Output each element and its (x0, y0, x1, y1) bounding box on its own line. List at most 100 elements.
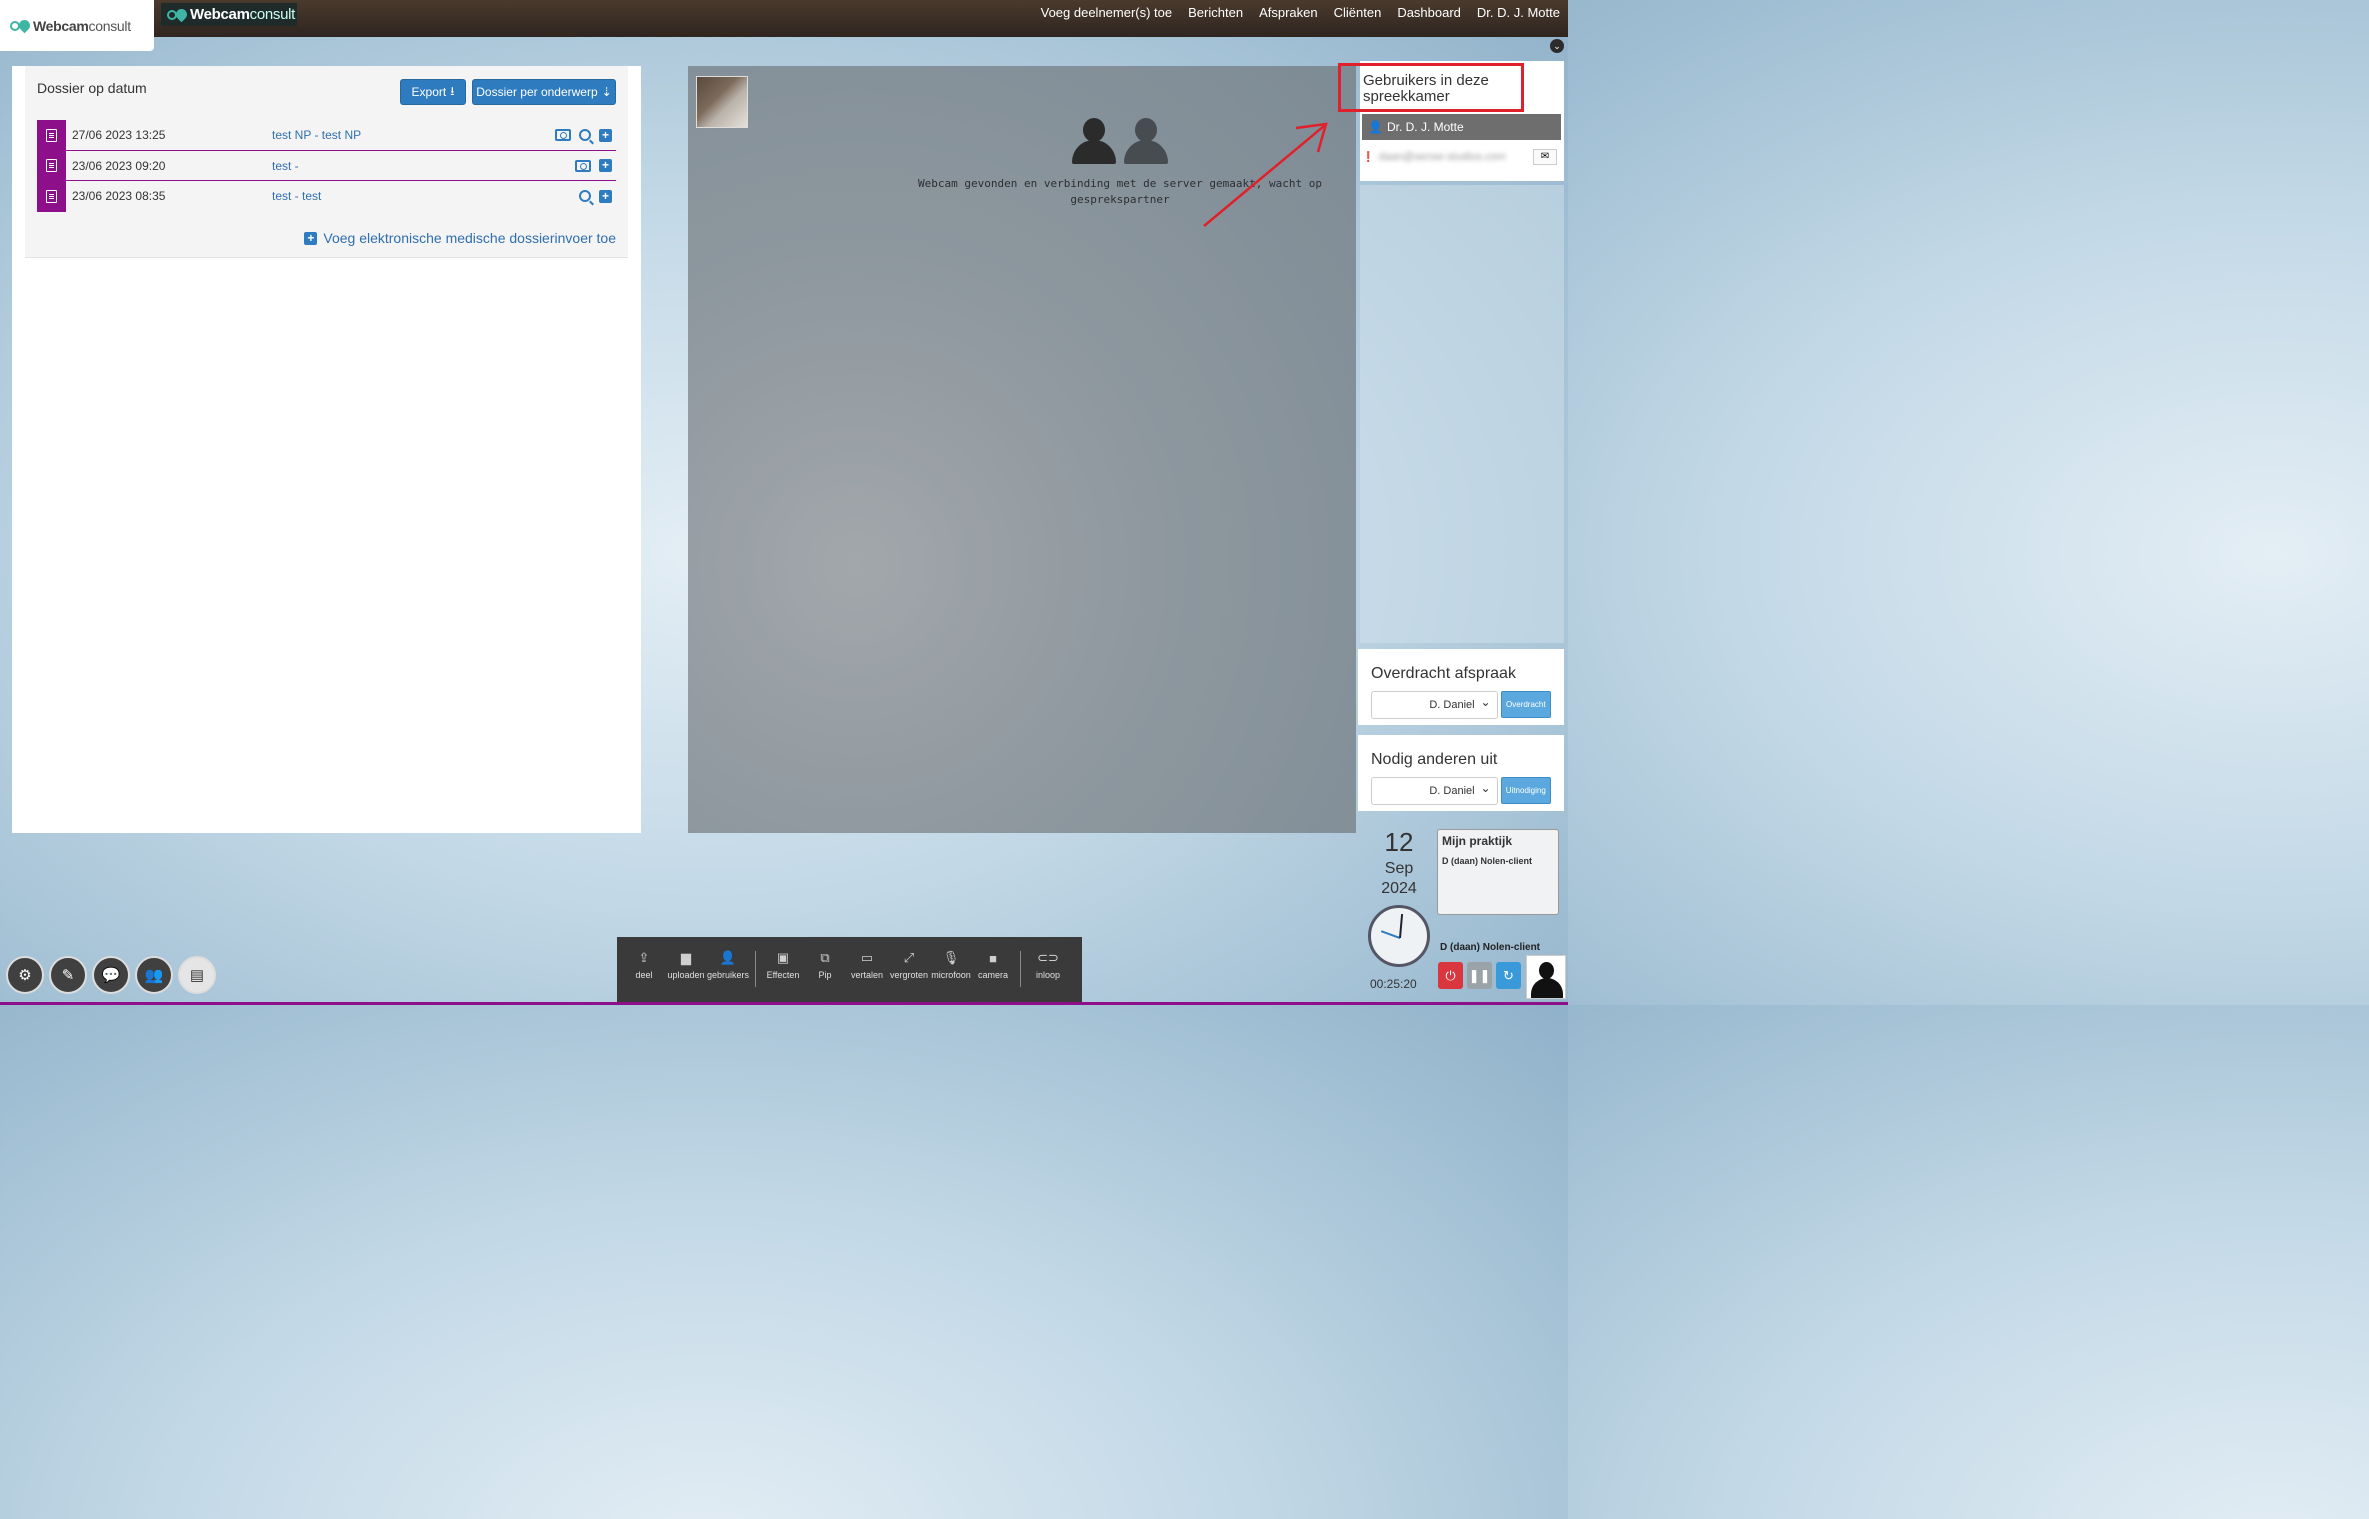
toolbar-deel[interactable]: ⇪ deel (623, 949, 665, 980)
search-icon[interactable] (579, 129, 591, 142)
power-icon[interactable]: ⏻ (1438, 962, 1463, 989)
dossier-title: Dossier op datum (37, 80, 147, 96)
uitnodiging-button[interactable]: Uitnodiging (1500, 777, 1551, 804)
envelope-icon[interactable]: ✉ (1533, 149, 1557, 165)
logo-mark-icon (167, 6, 190, 23)
add-dossier-entry-label: Voeg elektronische medische dossierinvoe… (323, 230, 616, 246)
person-icon (1124, 118, 1168, 164)
user-icon: 👤 (1368, 120, 1383, 134)
export-button[interactable]: Export ⭳ (400, 79, 466, 105)
bottom-accent-line (0, 1002, 1568, 1005)
chat-icon[interactable]: 💬 (92, 956, 130, 994)
dossier-row[interactable]: 23/06 2023 08:35 test - test + (37, 181, 616, 212)
user-email: daan@sense-studios.com (1378, 151, 1506, 163)
main-logo-text: Webcamconsult (33, 17, 131, 34)
dossier-panel: Dossier op datum Export ⭳ Dossier per on… (12, 66, 641, 833)
session-timer: 00:25:20 (1370, 977, 1417, 991)
camera-icon[interactable] (575, 159, 591, 172)
self-view-thumbnail[interactable] (696, 76, 748, 128)
secondary-logo-text: Webcamconsult (190, 6, 296, 23)
bottom-toolbar: ⇪ deel ▆ uploaden 👤 gebruikers ▣ Effecte… (617, 937, 1082, 1002)
date-day: 12 (1384, 827, 1414, 857)
toolbar-vergroten[interactable]: ⤢ vergroten (888, 949, 930, 980)
main-logo[interactable]: Webcamconsult (0, 0, 154, 51)
dossier-per-onderwerp-label: Dossier per onderwerp (476, 85, 598, 99)
plus-icon[interactable]: + (599, 128, 612, 142)
nav-user-menu[interactable]: Dr. D. J. Motte (1477, 5, 1560, 20)
image-icon: ▣ (776, 950, 790, 965)
refresh-icon[interactable]: ↻ (1496, 962, 1521, 989)
toolbar-vertalen-label: vertalen (850, 970, 884, 980)
dossier-row[interactable]: 23/06 2023 09:20 test - + (37, 150, 616, 181)
add-dossier-entry-link[interactable]: + Voeg elektronische medische dossierinv… (304, 230, 616, 246)
dossier-row-title[interactable]: test - test (272, 189, 321, 203)
waiting-participants (1072, 118, 1168, 164)
overdracht-title: Overdracht afspraak (1371, 665, 1516, 682)
toolbar-effecten[interactable]: ▣ Effecten (762, 949, 804, 980)
gear-icon[interactable]: ⚙ (6, 956, 44, 994)
nav-appointments[interactable]: Afspraken (1259, 5, 1318, 20)
dossier-card: Dossier op datum Export ⭳ Dossier per on… (25, 66, 628, 258)
pause-icon[interactable]: ❚❚ (1467, 962, 1492, 989)
nav-clients[interactable]: Cliënten (1334, 5, 1382, 20)
person-icon (1072, 118, 1116, 164)
toolbar-microfoon[interactable]: 🎙 microfoon (930, 949, 972, 980)
dossier-row-date: 27/06 2023 13:25 (72, 128, 166, 143)
group-icon[interactable]: 👥 (135, 956, 173, 994)
client-avatar[interactable] (1526, 955, 1566, 999)
user-name: Dr. D. J. Motte (1386, 120, 1464, 134)
nav-add-participant[interactable]: Voeg deelnemer(s) toe (1041, 5, 1173, 20)
dossier-row-title[interactable]: test - (272, 159, 299, 173)
overdracht-select[interactable]: D. Daniel (1371, 691, 1498, 719)
dossier-per-onderwerp-button[interactable]: Dossier per onderwerp ⇣ (472, 79, 616, 105)
edit-icon[interactable]: ✎ (49, 956, 87, 994)
toggle-icon: ⊂⊃ (1037, 950, 1059, 965)
dossier-row-date: 23/06 2023 08:35 (72, 189, 166, 204)
dossier-row-title[interactable]: test NP - test NP (272, 128, 361, 142)
date-year: 2024 (1381, 880, 1417, 897)
toolbar-uploaden[interactable]: ▆ uploaden (665, 949, 707, 980)
camera-icon[interactable] (555, 129, 571, 142)
expand-icon: ⤢ (903, 950, 915, 965)
logo-mark-icon (10, 17, 33, 34)
praktijk-client[interactable]: D (daan) Nolen-client (1442, 856, 1554, 866)
nodig-panel: Nodig anderen uit D. Daniel Uitnodiging (1358, 735, 1564, 811)
document-icon (37, 181, 66, 212)
dossier-row[interactable]: 27/06 2023 13:25 test NP - test NP + (37, 120, 616, 151)
toolbar-camera[interactable]: ■ camera (972, 949, 1014, 981)
nodig-select[interactable]: D. Daniel (1371, 777, 1498, 805)
video-camera-icon: ■ (989, 950, 997, 966)
sidebar-spacer (1360, 185, 1564, 643)
annotation-highlight-box (1338, 63, 1524, 112)
dossier-list: 27/06 2023 13:25 test NP - test NP + 23/… (37, 120, 616, 212)
plus-icon: + (304, 231, 318, 245)
toolbar-divider (755, 951, 756, 987)
toolbar-vertalen[interactable]: ▭ vertalen (846, 949, 888, 980)
date-month: Sep (1384, 860, 1414, 877)
toolbar-gebruikers[interactable]: 👤 gebruikers (707, 949, 749, 980)
quick-actions: ⚙ ✎ 💬 👥 ▤ (6, 956, 216, 994)
user-row[interactable]: 👤 Dr. D. J. Motte (1362, 114, 1561, 140)
search-icon[interactable] (579, 190, 591, 203)
toolbar-divider (1020, 951, 1021, 987)
document-icon[interactable]: ▤ (178, 956, 216, 994)
toolbar-inloop-label: inloop (1035, 970, 1061, 980)
document-icon (37, 150, 66, 181)
plus-icon[interactable]: + (599, 189, 612, 203)
pip-icon: ⧉ (820, 950, 830, 965)
nav-messages[interactable]: Berichten (1188, 5, 1243, 20)
mijn-praktijk-box: Mijn praktijk D (daan) Nolen-client (1437, 829, 1559, 915)
toolbar-vergroten-label: vergroten (889, 970, 929, 980)
toolbar-inloop[interactable]: ⊂⊃ inloop (1027, 949, 1069, 980)
microphone-icon: 🎙 (942, 950, 960, 965)
folder-icon: ▆ (681, 950, 691, 965)
toolbar-deel-label: deel (635, 970, 653, 980)
toolbar-pip[interactable]: ⧉ Pip (804, 949, 846, 980)
toolbar-camera-label: camera (977, 970, 1008, 980)
current-client-name: D (daan) Nolen-client (1440, 942, 1541, 953)
nav-dashboard[interactable]: Dashboard (1397, 5, 1461, 20)
overdracht-button[interactable]: Overdracht (1500, 691, 1551, 718)
download-icon: ⭳ (450, 83, 455, 98)
plus-icon[interactable]: + (599, 159, 612, 173)
toolbar-uploaden-label: uploaden (667, 970, 705, 980)
